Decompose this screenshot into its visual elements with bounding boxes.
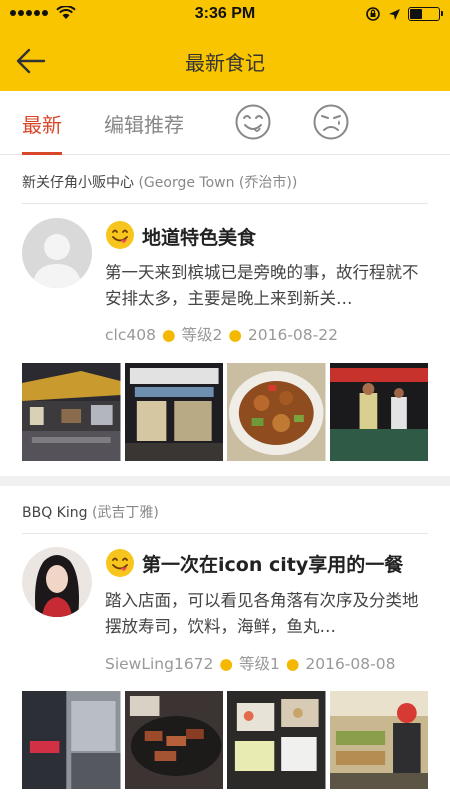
author-name[interactable]: clc408 (105, 326, 156, 344)
post-meta: clc408 ● 等级2 ● 2016-08-22 (105, 326, 338, 344)
post-excerpt: 第一天来到槟城已是旁晚的事，故行程就不安排太多，主要是晚上来到新关… (105, 263, 419, 308)
location-arrow-icon (389, 8, 400, 20)
post-date: 2016-08-22 (247, 326, 338, 344)
avatar[interactable] (22, 218, 92, 288)
place-name[interactable]: BBQ King (武吉丁雅) (22, 486, 428, 534)
photo-strip (22, 363, 428, 461)
sushi-trays-image (227, 691, 326, 789)
rotation-lock-icon (366, 7, 380, 21)
yummy-emoji-icon (106, 221, 134, 249)
user-level: 等级2 (181, 326, 223, 344)
user-level: 等级1 (238, 655, 280, 673)
post-excerpt: 踏入店面，可以看见各角落有次序及分类地摆放寿司，饮料，海鲜，鱼丸… (105, 591, 419, 636)
food-post-card[interactable]: BBQ King (武吉丁雅) 第一次在icon city享用的一餐 踏入店面，… (0, 486, 450, 800)
tab-latest[interactable]: 最新 (22, 109, 62, 155)
user-photo-avatar (22, 547, 92, 617)
post-photo[interactable] (124, 691, 223, 789)
app-header: 3:36 PM 最新食记 (0, 0, 450, 91)
grill-pan-meat-image (124, 691, 223, 789)
place-local-name: (武吉丁雅) (91, 505, 159, 521)
post-photo[interactable] (124, 363, 223, 461)
night-hawker-stalls-image (22, 363, 121, 461)
place-name-text: 新关仔角小贩中心 (22, 175, 134, 191)
post-title[interactable]: 第一次在icon city享用的一餐 (142, 550, 403, 577)
post-date: 2016-08-08 (305, 655, 396, 673)
post-photo[interactable] (329, 691, 428, 789)
hawker-cooks-image (329, 363, 428, 461)
card-divider (0, 476, 450, 486)
battery-icon (408, 7, 443, 21)
food-stall-counter-image (124, 363, 223, 461)
nav-bar: 最新食记 (0, 30, 450, 91)
yummy-face-icon[interactable] (234, 103, 272, 141)
default-avatar-icon (22, 218, 92, 288)
post-photo[interactable] (22, 691, 121, 789)
post-photo[interactable] (22, 363, 121, 461)
bbq-king-storefront-image (22, 691, 121, 789)
buffet-counter-image (329, 691, 428, 789)
tab-editor-picks[interactable]: 编辑推荐 (104, 109, 184, 155)
place-name-text: BBQ King (22, 505, 88, 521)
status-bar: 3:36 PM (0, 0, 450, 30)
place-local-name: (George Town (乔治市)) (138, 175, 298, 191)
place-name[interactable]: 新关仔角小贩中心 (George Town (乔治市)) (22, 156, 428, 204)
unhappy-face-icon[interactable] (312, 103, 350, 141)
yummy-emoji-icon (106, 549, 134, 577)
tab-bar: 最新 编辑推荐 (0, 91, 450, 155)
photo-strip (22, 691, 428, 789)
post-title[interactable]: 地道特色美食 (142, 223, 256, 250)
author-name[interactable]: SiewLing1672 (105, 655, 213, 673)
stir-fried-dish-image (227, 363, 326, 461)
post-photo[interactable] (227, 363, 326, 461)
page-title: 最新食记 (185, 51, 265, 75)
food-post-card[interactable]: 新关仔角小贩中心 (George Town (乔治市)) 地道特色美食 第一天来… (0, 156, 450, 476)
post-meta: SiewLing1672 ● 等级1 ● 2016-08-08 (105, 655, 396, 673)
post-photo[interactable] (329, 363, 428, 461)
post-photo[interactable] (227, 691, 326, 789)
avatar[interactable] (22, 547, 92, 617)
